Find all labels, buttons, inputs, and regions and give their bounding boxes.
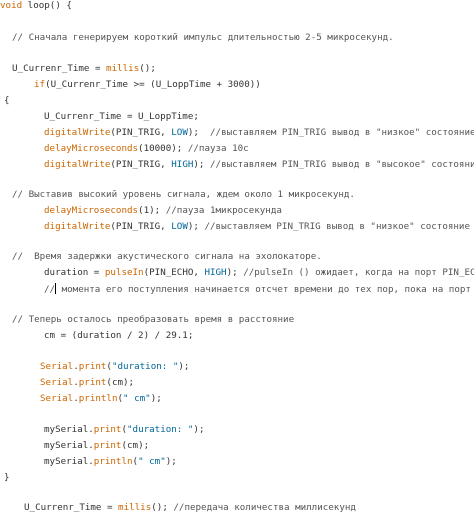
code-text: (); [139, 63, 156, 74]
code-line-10: // Выставив высокий уровень сигнала, жде… [12, 189, 355, 200]
code-comment-marker: // [44, 284, 56, 295]
code-line-3: U_Currenr_Time = millis(); [12, 63, 156, 75]
function-delaymicroseconds: delayMicroseconds [44, 143, 139, 154]
code-text: U_Currenr_Time = [24, 502, 119, 513]
code-text: (U_Currenr_Time >= (U_LoppTime + 3000)) [45, 79, 261, 90]
string-literal: " cm" [123, 393, 151, 404]
function-print: print [78, 361, 107, 372]
code-line-5: { [4, 95, 10, 106]
code-text: (); [151, 502, 174, 513]
code-comment: //передача количества миллисекунд [173, 502, 356, 513]
object-serial: Serial [40, 393, 74, 404]
code-line-23: mySerial.println(" cm"); [44, 456, 177, 468]
code-text: ); [165, 456, 177, 467]
code-comment: //пауза 10с [187, 143, 249, 154]
constant-low: LOW [171, 127, 188, 138]
constant-high: HIGH [171, 159, 194, 170]
code-line-21: mySerial.print("duration: "); [44, 424, 204, 436]
function-millis: millis [118, 502, 152, 513]
code-text: (1); [138, 205, 166, 216]
code-text: (PIN_ECHO, [143, 267, 205, 278]
function-println: println [93, 456, 133, 467]
function-pulsein: pulseIn [104, 267, 144, 278]
code-line-22: mySerial.print(cm); [44, 440, 149, 452]
code-text: ); [193, 159, 210, 170]
code-comment: момента его поступления начинается отсче… [56, 284, 471, 295]
code-text: ); [187, 221, 205, 232]
function-println: println [78, 393, 118, 404]
code-text: ); [226, 267, 244, 278]
string-literal: "duration: " [127, 424, 194, 435]
code-text: U_Currenr_Time = [12, 63, 107, 74]
code-line-20: Serial.println(" cm"); [40, 393, 162, 405]
code-line-17: cm = (duration / 2) / 29.1; [44, 330, 194, 341]
code-text: (PIN_TRIG, [110, 159, 172, 170]
code-text: duration = [44, 267, 105, 278]
code-text: (PIN_TRIG, [110, 127, 172, 138]
string-literal: " cm" [138, 456, 166, 467]
function-print: print [93, 424, 122, 435]
object-serial: Serial [40, 361, 74, 372]
code-text: ); [150, 393, 162, 404]
code-line-19: Serial.print(cm); [40, 377, 134, 389]
code-text: ); [187, 127, 210, 138]
function-delaymicroseconds: delayMicroseconds [44, 205, 139, 216]
code-line-4: if(U_Currenr_Time >= (U_LoppTime + 3000)… [34, 79, 261, 91]
code-line-2: // Сначала генерируем короткий импульс д… [12, 32, 394, 43]
code-line-8: delayMicroseconds(10000); //пауза 10с [44, 143, 249, 155]
code-line-1: void loop() { [0, 0, 72, 12]
function-digitalwrite: digitalWrite [44, 221, 111, 232]
constant-high: HIGH [204, 267, 227, 278]
code-comment: //пауза 1микросекунда [165, 205, 282, 216]
code-line-16: // Теперь осталось преобразовать время в… [12, 314, 295, 325]
function-print: print [93, 440, 122, 451]
code-text: loop() { [22, 0, 72, 11]
code-comment: //pulseIn () ожидает, когда на порт PIN_… [243, 267, 474, 278]
keyword-if: if [34, 79, 46, 90]
code-text: ); [178, 361, 190, 372]
code-line-7: digitalWrite(PIN_TRIG, LOW); //выставляе… [44, 127, 474, 139]
code-line-9: digitalWrite(PIN_TRIG, HIGH); //выставля… [44, 159, 474, 171]
code-text: mySerial. [44, 456, 94, 467]
code-text: (cm); [106, 377, 135, 388]
code-line-11: delayMicroseconds(1); //пауза 1микросеку… [44, 205, 282, 217]
code-line-24: } [4, 472, 10, 483]
code-text: mySerial. [44, 440, 94, 451]
code-text: (10000); [138, 143, 188, 154]
code-comment: //выставляем PIN_TRIG вывод в "высокое" … [210, 159, 474, 170]
function-digitalwrite: digitalWrite [44, 159, 111, 170]
string-literal: "duration: " [111, 361, 179, 372]
code-text: mySerial. [44, 424, 94, 435]
code-comment: //выставляем PIN_TRIG вывод в "низкое" с… [210, 127, 474, 138]
code-line-25: U_Currenr_Time = millis(); //передача ко… [24, 502, 356, 514]
keyword-void: void [0, 0, 23, 11]
code-line-6: U_Currenr_Time = U_LoppTime; [44, 111, 199, 122]
code-comment: //выставляем PIN_TRIG вывод в "низкое" с… [204, 221, 470, 232]
function-print: print [78, 377, 107, 388]
code-line-15: // момента его поступления начинается от… [44, 283, 471, 295]
code-line-18: Serial.print("duration: "); [40, 361, 189, 373]
code-text: (cm); [121, 440, 150, 451]
code-line-12: digitalWrite(PIN_TRIG, LOW); //выставляе… [44, 221, 470, 233]
function-millis: millis [106, 63, 140, 74]
code-editor[interactable]: void loop() { // Сначала генерируем коро… [0, 0, 474, 516]
constant-low: LOW [171, 221, 188, 232]
code-line-14: duration = pulseIn(PIN_ECHO, HIGH); //pu… [44, 267, 474, 279]
code-text: (PIN_TRIG, [110, 221, 172, 232]
function-digitalwrite: digitalWrite [44, 127, 111, 138]
object-serial: Serial [40, 377, 74, 388]
code-line-13: // Время задержки акустического сигнала … [12, 251, 322, 262]
code-text: ); [193, 424, 205, 435]
